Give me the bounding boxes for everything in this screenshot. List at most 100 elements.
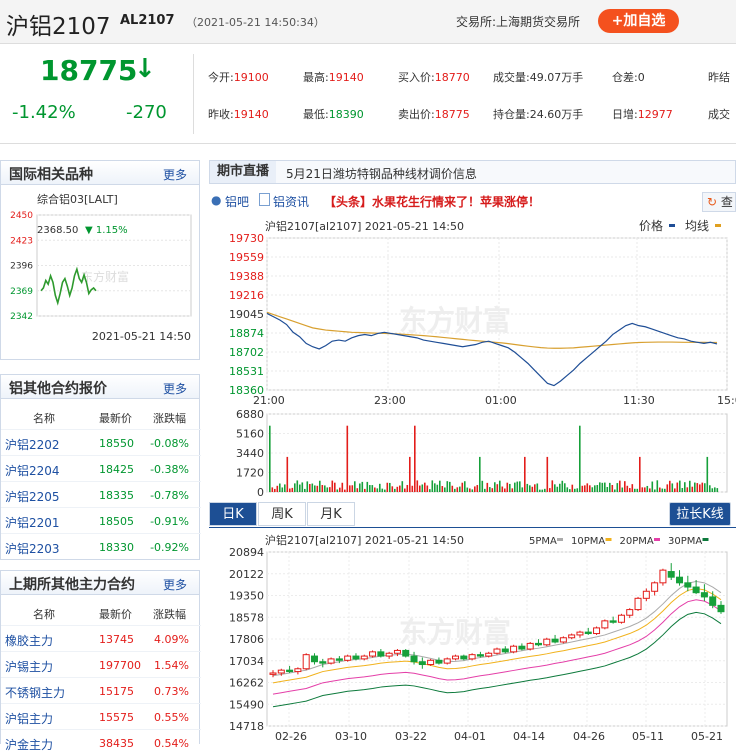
contract-name[interactable]: 不锈钢主力 <box>5 684 65 701</box>
contract-name[interactable]: 橡胶主力 <box>5 632 53 649</box>
main-contracts-panel: 上期所其他主力合约 更多 名称 最新价 涨跌幅 橡胶主力 13745 4.09% 沪锡主力 1… <box>0 570 201 752</box>
kline-watermark: 东方财富 <box>399 616 511 649</box>
volume-bar <box>361 481 364 492</box>
volume-bar <box>344 489 346 492</box>
intl-y-tick: 2396 <box>10 262 33 272</box>
volume-bar <box>374 487 376 492</box>
volume-bar <box>401 481 404 492</box>
kline-x-tick: 03-22 <box>395 730 427 743</box>
volume-bar <box>331 480 334 492</box>
contract-name[interactable]: 沪铝2205 <box>5 488 60 505</box>
info-link[interactable]: 铝资讯 <box>273 193 309 210</box>
contract-name[interactable]: 沪铝2201 <box>5 514 60 531</box>
headline-link[interactable]: 【头条】水果花生行情来了！苹果涨停！ <box>324 193 540 210</box>
add-favorite-button[interactable]: +加自选 <box>598 9 679 33</box>
table-row[interactable]: 橡胶主力 13745 4.09% <box>1 625 201 651</box>
volume-bar <box>434 483 436 492</box>
quote-field-label: 成交量: <box>493 71 530 84</box>
candle-body <box>352 655 360 660</box>
kline-y-tick: 14718 <box>229 720 264 733</box>
kline-legend-swatch <box>702 538 709 541</box>
table-row[interactable]: 沪金主力 38435 0.54% <box>1 729 201 755</box>
intl-more-link[interactable]: 更多 <box>163 166 187 183</box>
contract-price: 15175 <box>99 685 134 698</box>
volume-bar <box>541 489 544 492</box>
volume-bar <box>416 480 419 492</box>
volume-bar <box>484 488 486 492</box>
table-row[interactable]: 沪锡主力 197700 1.54% <box>1 651 201 677</box>
volume-bar <box>506 482 509 492</box>
volume-bar <box>636 488 639 492</box>
refresh-button[interactable]: ↻ 查 <box>702 192 736 212</box>
candle-body <box>476 654 484 657</box>
contract-name[interactable]: 沪铝2202 <box>5 436 60 453</box>
contract-name[interactable]: 沪锡主力 <box>5 658 53 675</box>
table-row[interactable]: 沪铝2202 18550 -0.08% <box>1 429 201 455</box>
volume-bar <box>494 482 496 492</box>
intraday-y-tick: 19559 <box>229 251 264 264</box>
table-row[interactable]: 不锈钢主力 15175 0.73% <box>1 677 201 703</box>
volume-bar <box>291 487 294 492</box>
table-row[interactable]: 沪铝2204 18425 -0.38% <box>1 455 201 481</box>
contract-name[interactable]: 沪铝2203 <box>5 540 60 557</box>
volume-bar <box>356 488 359 492</box>
volume-bar <box>536 483 539 492</box>
intl-watermark: 东方财富 <box>81 269 129 284</box>
quote-field-label: 最低: <box>303 108 329 121</box>
intraday-x-tick: 15:00 <box>717 394 736 407</box>
candle-body <box>377 651 385 657</box>
tab-monthly-k[interactable]: 月K <box>307 502 355 526</box>
table-row[interactable]: 沪铝2201 18505 -0.91% <box>1 507 201 533</box>
candle-body <box>335 658 343 661</box>
table-row[interactable]: 沪铝主力 15575 0.55% <box>1 703 201 729</box>
intraday-title: 沪铝2107[al2107] 2021-05-21 14:50 <box>265 219 464 233</box>
kline-y-tick: 19350 <box>229 590 264 603</box>
other-more-link[interactable]: 更多 <box>163 380 187 397</box>
contract-change: -0.78% <box>150 489 189 502</box>
volume-bar <box>296 480 299 492</box>
candle-body <box>493 648 501 654</box>
kline-x-tick: 05-11 <box>632 730 664 743</box>
main-more-link[interactable]: 更多 <box>163 576 187 593</box>
volume-bar <box>276 485 279 492</box>
volume-bar <box>391 486 394 492</box>
volume-bar <box>491 488 494 492</box>
tab-weekly-k[interactable]: 周K <box>258 502 306 526</box>
contract-price: 18330 <box>99 541 134 554</box>
intraday-y-tick: 19730 <box>229 232 264 245</box>
quote-field: 卖出价:18775 <box>398 106 470 122</box>
volume-bar <box>284 484 286 492</box>
table-row[interactable]: 沪铝2203 18330 -0.92% <box>1 533 201 559</box>
volume-bar <box>694 482 696 492</box>
quote-field-value: 18390 <box>328 108 364 121</box>
table-row[interactable]: 沪铝2205 18335 -0.78% <box>1 481 201 507</box>
volume-bar <box>449 481 451 492</box>
forum-link[interactable]: 铝吧 <box>225 193 249 210</box>
quote-field-value: 49.07万手 <box>529 71 584 84</box>
volume-bar <box>709 485 711 492</box>
change-percent: -1.42% <box>12 102 76 123</box>
contract-name[interactable]: 沪金主力 <box>5 736 53 753</box>
candle-body <box>617 614 625 623</box>
stretch-kline-button[interactable]: 拉长K线 <box>669 502 731 526</box>
top-bar: 沪铝2107 AL2107 （2021-05-21 14:50:34） 交易所:… <box>0 0 736 44</box>
volume-bar <box>371 485 374 492</box>
news-link[interactable]: 5月21日潍坊特钢品种线材调价信息 <box>286 165 477 182</box>
volume-bar <box>304 488 306 492</box>
kline-x-tick: 03-10 <box>335 730 367 743</box>
volume-bar <box>286 456 289 492</box>
volume-bar <box>279 483 281 492</box>
contract-name[interactable]: 沪铝2204 <box>5 462 60 479</box>
volume-y-tick: 1720 <box>236 467 264 480</box>
quote-field: 成交 <box>708 106 730 122</box>
contract-name[interactable]: 沪铝主力 <box>5 710 53 727</box>
volume-bar <box>419 485 421 492</box>
volume-bar <box>469 488 471 492</box>
volume-bar <box>684 482 686 492</box>
volume-bar <box>516 481 519 492</box>
candle-body <box>692 586 700 594</box>
legend-price-swatch <box>669 224 675 227</box>
volume-bar <box>579 425 581 492</box>
candle-body <box>302 654 310 670</box>
tab-daily-k[interactable]: 日K <box>209 502 257 526</box>
